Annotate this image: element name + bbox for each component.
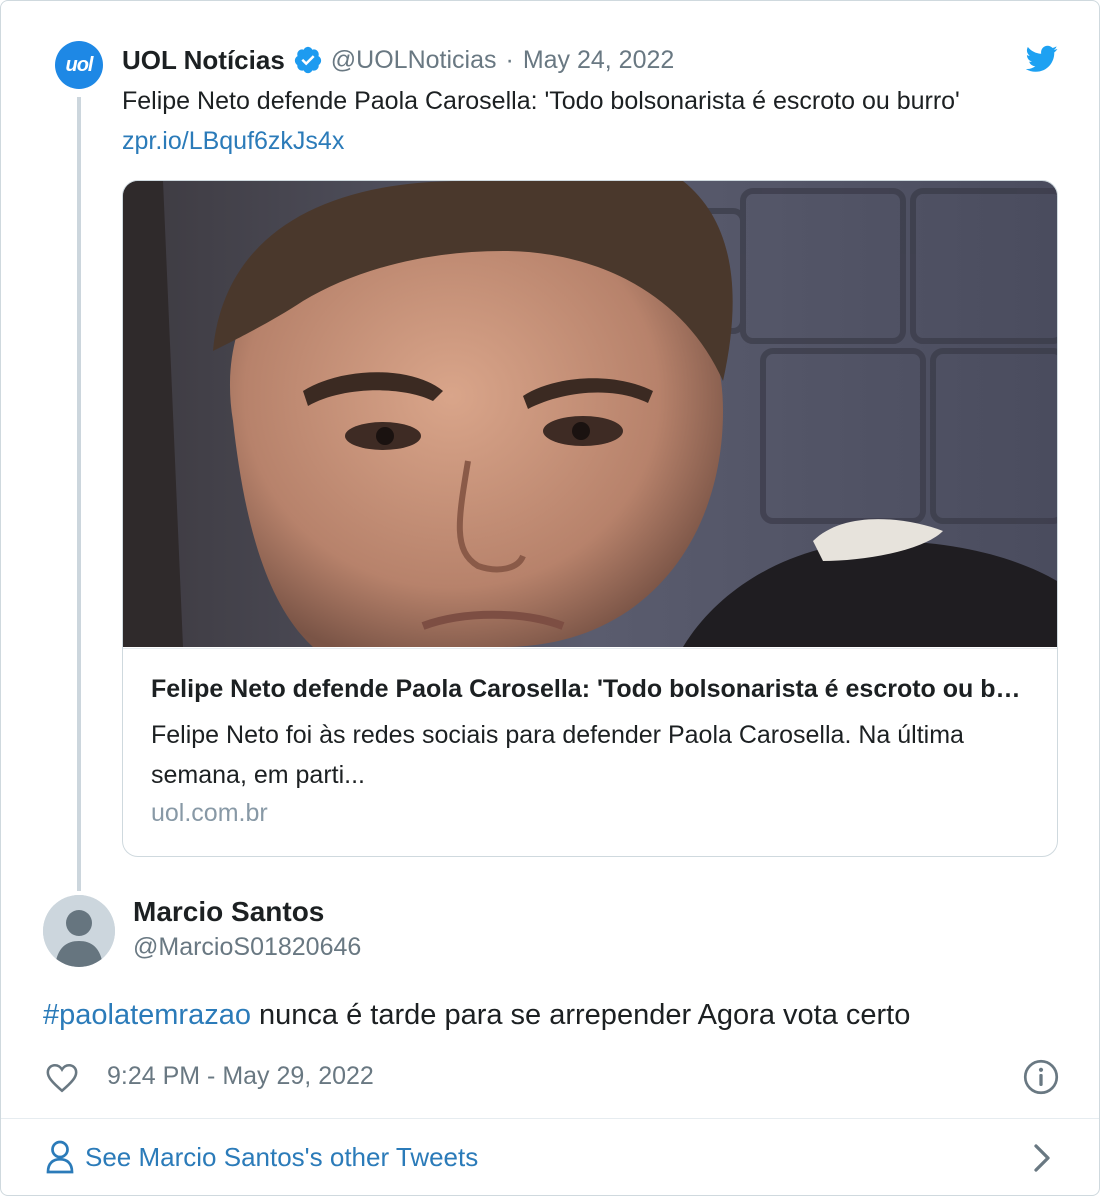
quoted-author-handle[interactable]: @UOLNoticias — [331, 46, 497, 75]
embedded-tweet-card: uol UOL Notícias @UOLNoticias · May 24, … — [0, 0, 1100, 1196]
tweet-author-name[interactable]: Marcio Santos — [133, 896, 324, 928]
quoted-tweet-header: UOL Notícias @UOLNoticias · May 24, 2022 — [122, 43, 674, 77]
article-photo — [123, 181, 1057, 647]
quoted-tweet-link[interactable]: zpr.io/LBquf6zkJs4x — [122, 127, 344, 155]
footer-divider — [1, 1118, 1099, 1119]
person-icon — [46, 1140, 74, 1174]
header-separator: · — [505, 45, 514, 74]
quoted-author-name[interactable]: UOL Notícias — [122, 45, 285, 76]
tweet-text: #paolatemrazao nunca é tarde para se arr… — [43, 999, 910, 1032]
tweet-hashtag[interactable]: #paolatemrazao — [43, 999, 251, 1031]
tweet-author-handle[interactable]: @MarcioS01820646 — [133, 933, 361, 962]
avatar-logo-text: uol — [65, 53, 94, 76]
twitter-bird-icon[interactable] — [1026, 45, 1058, 73]
marcio-avatar[interactable] — [43, 895, 115, 967]
quoted-tweet-body: Felipe Neto defende Paola Carosella: 'To… — [122, 87, 960, 115]
verified-badge-icon — [294, 46, 321, 74]
link-preview-description: Felipe Neto foi às redes sociais para de… — [151, 721, 964, 789]
link-preview-title: Felipe Neto defende Paola Carosella: 'To… — [151, 675, 1031, 703]
see-other-tweets-link[interactable]: See Marcio Santos's other Tweets — [45, 1137, 478, 1177]
quoted-tweet-date[interactable]: May 24, 2022 — [523, 46, 675, 75]
chevron-right-icon[interactable] — [1031, 1143, 1053, 1173]
link-preview-body: Felipe Neto defende Paola Carosella: 'To… — [123, 648, 1057, 856]
thread-line — [77, 97, 81, 891]
uol-avatar[interactable]: uol — [55, 41, 103, 89]
info-icon[interactable] — [1023, 1059, 1059, 1095]
tweet-body: nunca é tarde para se arrepender Agora v… — [250, 999, 911, 1031]
default-avatar-icon — [43, 895, 115, 967]
link-preview-domain: uol.com.br — [151, 799, 268, 827]
tweet-timestamp[interactable]: 9:24 PM - May 29, 2022 — [107, 1062, 374, 1091]
see-other-tweets-label[interactable]: See Marcio Santos's other Tweets — [85, 1142, 478, 1173]
quoted-tweet-text: Felipe Neto defende Paola Carosella: 'To… — [122, 81, 1022, 161]
heart-icon[interactable] — [45, 1061, 79, 1095]
link-preview-card[interactable]: Felipe Neto defende Paola Carosella: 'To… — [122, 180, 1058, 857]
